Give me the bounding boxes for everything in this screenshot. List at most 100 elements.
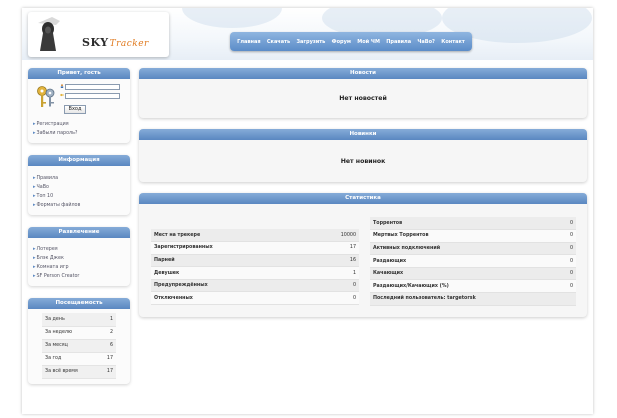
stat-label: Раздающих/Качающих (%) — [370, 279, 556, 294]
stat-label: Качающих — [370, 267, 556, 281]
fun-link-blackjack[interactable]: Блэк Джек — [33, 254, 125, 263]
visits-label: За день — [42, 313, 99, 327]
visits-label: За месяц — [42, 339, 99, 353]
visits-label: За год — [42, 352, 99, 366]
table-row: За год 17 — [42, 352, 116, 366]
info-link-faq[interactable]: ЧаВо — [33, 183, 125, 192]
table-row: Парней 16 — [151, 254, 359, 268]
stat-value: 0 — [555, 267, 576, 281]
password-icon — [60, 93, 64, 97]
stat-value: 0 — [307, 279, 359, 293]
visits-value: 2 — [98, 326, 116, 340]
username-input[interactable] — [65, 84, 120, 90]
novelties-panel-title: Новинки — [139, 129, 587, 140]
stat-label: Мертвых Торрентов — [370, 229, 556, 243]
stat-value: 17 — [307, 241, 359, 255]
nav-download[interactable]: Скачать — [267, 39, 290, 45]
stat-label: Зарегистрированных — [151, 241, 308, 255]
visits-value: 17 — [98, 365, 116, 379]
stat-label: Девушек — [151, 266, 308, 280]
stat-value: 0 — [555, 217, 576, 231]
table-row: Торрентов 0 — [370, 217, 576, 231]
fun-link-person-creator[interactable]: SF Person Creator — [33, 272, 125, 281]
fun-box: Развлечение Лотерея Блэк Джек Комната иг… — [28, 227, 130, 286]
nav-home[interactable]: Главная — [237, 39, 260, 45]
info-link-top10[interactable]: Топ 10 — [33, 192, 125, 201]
table-row: Активных подключений 0 — [370, 242, 576, 256]
table-row: Качающих 0 — [370, 267, 576, 281]
table-row: За неделю 2 — [42, 326, 116, 340]
table-row: Отключенных 0 — [151, 291, 359, 306]
keys-icon — [37, 86, 55, 107]
logo-text: SKYTracker — [82, 36, 149, 49]
table-row: Мест на трекере 10000 — [151, 229, 359, 243]
site-header: SKYTracker Главная Скачать Загрузить Фор… — [22, 8, 593, 60]
login-box-title: Привет, гость — [28, 68, 130, 79]
nav-faq[interactable]: ЧаВо? — [417, 39, 435, 45]
info-box-title: Информация — [28, 155, 130, 166]
site-logo[interactable]: SKYTracker — [28, 12, 169, 57]
nav-forum[interactable]: Форум — [332, 39, 351, 45]
info-box: Информация Правила ЧаВо Топ 10 Форматы ф… — [28, 155, 130, 215]
novelties-panel: Новинки Нет новинок — [139, 129, 587, 182]
left-sidebar: Привет, гость Вход ▸ Регистрация ▸ Забыл… — [28, 68, 130, 396]
forgot-password-link[interactable]: Забыли пароль? — [33, 129, 125, 138]
table-row: За всё время 17 — [42, 365, 116, 379]
nav-rules[interactable]: Правила — [386, 39, 411, 45]
main-content: Новости Нет новостей Новинки Нет новинок… — [139, 68, 587, 328]
table-row: За день 1 — [42, 313, 116, 327]
page: SKYTracker Главная Скачать Загрузить Фор… — [22, 8, 593, 414]
stat-value: 1 — [307, 266, 359, 280]
stat-value: 0 — [555, 254, 576, 268]
stat-label: Торрентов — [370, 217, 556, 231]
login-box: Привет, гость Вход ▸ Регистрация ▸ Забыл… — [28, 68, 130, 143]
info-link-rules[interactable]: Правила — [33, 174, 125, 183]
table-row: За месяц 6 — [42, 339, 116, 353]
table-row: Последний пользователь: targetorsk — [370, 292, 576, 306]
news-panel-title: Новости — [139, 68, 587, 79]
table-row: Раздающих 0 — [370, 254, 576, 268]
stats-users-table: Мест на трекере 10000 Зарегистрированных… — [151, 229, 359, 306]
table-row: Предупреждённых 0 — [151, 279, 359, 293]
main-navigation: Главная Скачать Загрузить Форум Мой ЧМ П… — [230, 32, 472, 51]
stat-label: Парней — [151, 254, 308, 268]
stat-value: 16 — [307, 254, 359, 268]
hooded-figure-icon — [38, 17, 60, 51]
visits-box: Посещаемость За день 1 За неделю 2 За ме… — [28, 298, 130, 384]
stat-label: Предупреждённых — [151, 279, 308, 293]
user-icon — [60, 84, 64, 88]
nav-contact[interactable]: Контакт — [441, 39, 465, 45]
visits-value: 6 — [98, 339, 116, 353]
novelties-empty-message: Нет новинок — [340, 157, 386, 165]
table-row: Девушек 1 — [151, 266, 359, 280]
stat-value: 10000 — [307, 229, 359, 243]
nav-my-cm[interactable]: Мой ЧМ — [357, 39, 380, 45]
news-panel: Новости Нет новостей — [139, 68, 587, 118]
fun-box-title: Развлечение — [28, 227, 130, 238]
stats-panel: Статистика Мест на трекере 10000 Зарегис… — [139, 193, 587, 317]
visits-value: 1 — [98, 313, 116, 327]
table-row: Мертвых Торрентов 0 — [370, 229, 576, 243]
stat-value: 0 — [307, 291, 359, 306]
stat-label: Раздающих — [370, 254, 556, 268]
visits-table: За день 1 За неделю 2 За месяц 6 За год … — [42, 313, 116, 379]
stat-value: 0 — [555, 242, 576, 256]
fun-link-lottery[interactable]: Лотерея — [33, 245, 125, 254]
stat-label: Мест на трекере — [151, 229, 308, 243]
stat-value: 0 — [555, 279, 576, 294]
news-empty-message: Нет новостей — [339, 95, 387, 102]
table-row: Зарегистрированных 17 — [151, 241, 359, 255]
stat-label: Отключенных — [151, 291, 308, 306]
stats-panel-title: Статистика — [139, 193, 587, 204]
visits-value: 17 — [98, 352, 116, 366]
nav-upload[interactable]: Загрузить — [296, 39, 325, 45]
register-link[interactable]: Регистрация — [33, 120, 125, 129]
fun-link-game-room[interactable]: Комната игр — [33, 263, 125, 272]
visits-label: За неделю — [42, 326, 99, 340]
visits-label: За всё время — [42, 365, 99, 379]
table-row: Раздающих/Качающих (%) 0 — [370, 279, 576, 294]
login-button[interactable]: Вход — [64, 105, 86, 114]
info-link-file-formats[interactable]: Форматы файлов — [33, 201, 125, 210]
password-input[interactable] — [65, 93, 120, 99]
visits-box-title: Посещаемость — [28, 298, 130, 309]
